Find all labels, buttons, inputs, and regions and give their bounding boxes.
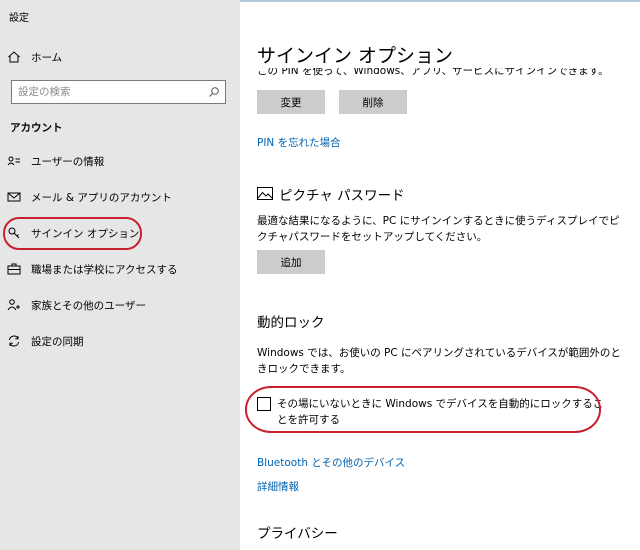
dynamic-lock-heading: 動的ロック (257, 315, 325, 331)
sidebar-item-your-info[interactable]: ユーザーの情報 (0, 147, 240, 175)
picture-icon (257, 185, 273, 204)
more-info-link[interactable]: 詳細情報 (257, 479, 299, 494)
picture-password-description: 最適な結果になるように、PC にサインインするときに使うディスプレイでピクチャパ… (257, 215, 620, 243)
sidebar-item-label: ユーザーの情報 (31, 155, 105, 168)
forgot-pin-link[interactable]: PIN を忘れた場合 (257, 135, 341, 150)
pin-description: この PIN を使って、Windows、アプリ、サービスにサインインできます。 (257, 68, 637, 80)
add-picture-password-button[interactable]: 追加 (257, 250, 325, 274)
sidebar-item-label: サインイン オプション (31, 227, 140, 240)
user-info-icon (7, 153, 31, 169)
sidebar-item-home[interactable]: ホーム (0, 43, 240, 71)
briefcase-icon (7, 261, 31, 277)
sidebar-item-sync[interactable]: 設定の同期 (0, 327, 240, 355)
main-content: サインイン オプション この PIN を使って、Windows、アプリ、サービス… (240, 0, 640, 550)
sidebar-item-label: メール & アプリのアカウント (31, 191, 172, 204)
sidebar-item-label: 職場または学校にアクセスする (31, 263, 178, 276)
sidebar-item-sign-in-options[interactable]: サインイン オプション (0, 219, 240, 247)
dynamic-lock-checkbox-label[interactable]: その場にいないときに Windows でデバイスを自動的にロックすることを許可す… (277, 396, 607, 428)
dynamic-lock-checkbox[interactable] (257, 397, 271, 411)
change-pin-button[interactable]: 変更 (257, 90, 325, 114)
sidebar-item-access-work[interactable]: 職場または学校にアクセスする (0, 255, 240, 283)
delete-pin-button[interactable]: 削除 (339, 90, 407, 114)
sidebar-item-label: 設定の同期 (31, 335, 84, 348)
search-input[interactable] (18, 84, 198, 100)
dynamic-lock-option[interactable]: その場にいないときに Windows でデバイスを自動的にロックすることを許可す… (257, 396, 607, 428)
home-icon (7, 49, 31, 65)
key-icon (7, 225, 31, 241)
privacy-heading: プライバシー (257, 526, 338, 542)
search-icon[interactable] (206, 84, 222, 100)
search-box (11, 80, 226, 104)
bluetooth-devices-link[interactable]: Bluetooth とその他のデバイス (257, 455, 405, 470)
picture-password-heading: ピクチャ パスワード (257, 184, 405, 204)
app-title: 設定 (9, 13, 29, 24)
sidebar-item-label: ホーム (31, 51, 63, 64)
mail-icon (7, 189, 31, 205)
pin-description-text: この PIN を使って、Windows、アプリ、サービスにサインインできます。 (257, 68, 609, 77)
sidebar-item-email-accounts[interactable]: メール & アプリのアカウント (0, 183, 240, 211)
sidebar: 設定 ホーム アカウント ユーザーの情報 メール & アプリのアカウント サイン… (0, 0, 240, 550)
picture-password-heading-text: ピクチャ パスワード (279, 188, 405, 204)
section-label: アカウント (10, 122, 63, 134)
sync-icon (7, 333, 31, 349)
person-add-icon (7, 297, 31, 313)
dynamic-lock-description: Windows では、お使いの PC にペアリングされているデバイスが範囲外のと… (257, 347, 621, 375)
page-title: サインイン オプション (257, 45, 454, 67)
sidebar-item-label: 家族とその他のユーザー (31, 299, 146, 312)
sidebar-item-family[interactable]: 家族とその他のユーザー (0, 291, 240, 319)
